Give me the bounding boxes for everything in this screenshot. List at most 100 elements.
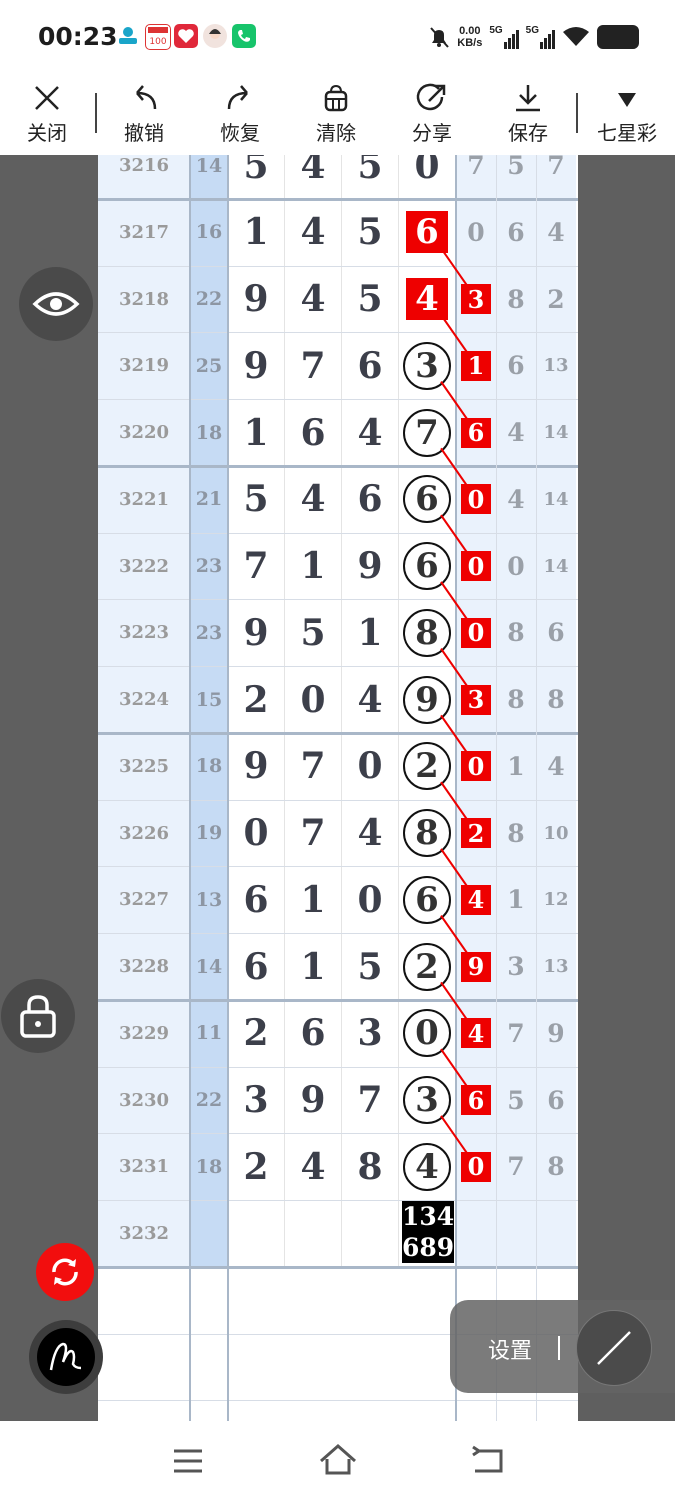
grid-line [98, 1066, 578, 1068]
net-speed-value: 0.00 [459, 25, 481, 37]
digit-cell: 4 [285, 265, 342, 333]
digit-cell: 7 [285, 799, 342, 867]
red-marker: 0 [461, 1151, 491, 1182]
stat-cell: 0 [496, 532, 536, 600]
circled-digit: 4 [403, 1142, 451, 1191]
digit-cell: 7 [285, 332, 342, 400]
red-marker: 0 [461, 751, 491, 782]
sum-value: 23 [190, 599, 228, 667]
home-icon[interactable] [319, 1443, 357, 1475]
digit-cell: 1 [228, 399, 285, 466]
signal-type-2: 5G [525, 25, 539, 36]
red-marker: 6 [461, 1085, 491, 1115]
status-time: 00:23 [38, 22, 118, 51]
stat-cell: 4 [536, 198, 576, 266]
table-row: 3228 14 6 1 5 2 9 3 13 [98, 933, 578, 1000]
status-bar: 00:23 100 0.00 KB/s 5G 5G [0, 0, 675, 75]
sum-value: 21 [190, 465, 228, 533]
digit-cell: 4 [342, 666, 399, 733]
redo-button[interactable]: 恢复 [205, 75, 275, 155]
digit-cell: 9 [228, 732, 285, 800]
digit-cell: 5 [342, 155, 399, 199]
digit-cell: 1 [285, 933, 342, 1000]
circled-digit: 7 [403, 408, 451, 457]
eye-icon [32, 292, 80, 316]
digit-cell: 0 [399, 999, 456, 1067]
grid-line [98, 998, 578, 1002]
column-divider [189, 155, 191, 1421]
digit-cell: 7 [285, 732, 342, 800]
circled-digit: 6 [403, 542, 451, 590]
lottery-type-dropdown[interactable]: 七星彩 [590, 75, 664, 155]
sum-value: 13 [190, 866, 228, 934]
share-label: 分享 [412, 123, 452, 145]
digit-cell: 2 [228, 999, 285, 1067]
close-label: 关闭 [27, 123, 67, 145]
digit-cell: 1 [285, 866, 342, 934]
digit-cell: 4 [285, 465, 342, 533]
save-button[interactable]: 保存 [493, 75, 563, 155]
lottery-trend-chart[interactable]: 134 689 3216 14 5 4 5 0 7 5 7 3217 16 1 4 5 6 0 6 4 3218 22… [98, 155, 578, 1421]
digit-cell: 4 [285, 155, 342, 199]
issue-number: 3228 [98, 933, 190, 1000]
table-row: 3217 16 1 4 5 6 0 6 4 [98, 198, 578, 266]
refresh-button[interactable] [36, 1243, 94, 1301]
table-row: 3218 22 9 4 5 4 3 8 2 [98, 265, 578, 333]
digit-cell: 5 [342, 198, 399, 266]
digit-cell: 5 [342, 933, 399, 1000]
sum-value [190, 1200, 228, 1267]
settings-button[interactable]: 设置 [488, 1333, 532, 1365]
grid-line [98, 197, 578, 201]
digit-cell: 2 [228, 1133, 285, 1201]
digit-cell: 7 [399, 399, 456, 466]
digit-cell: 3 [342, 999, 399, 1067]
system-nav-bar [0, 1421, 675, 1500]
digit-cell: 8 [342, 1133, 399, 1201]
pen-button[interactable] [29, 1320, 103, 1394]
wifi-icon [563, 27, 589, 46]
undo-button[interactable]: 撤销 [109, 75, 179, 155]
share-button[interactable]: 分享 [397, 75, 467, 155]
table-row: 3220 18 1 6 4 7 6 4 14 [98, 399, 578, 466]
stat-cell: 6 [536, 1066, 576, 1134]
line-tool-icon [597, 1331, 631, 1365]
issue-number: 3224 [98, 666, 190, 733]
stat-cell: 14 [536, 532, 576, 600]
red-marker: 1 [461, 350, 491, 381]
save-icon [516, 85, 540, 112]
issue-number: 3222 [98, 532, 190, 600]
digit-cell: 8 [399, 799, 456, 867]
circled-digit: 2 [403, 742, 451, 791]
issue-number: 3217 [98, 198, 190, 266]
column-divider [536, 155, 537, 1421]
circled-digit: 6 [403, 875, 451, 924]
diff-cell: 0 [456, 532, 496, 600]
back-icon[interactable] [471, 1445, 505, 1475]
digit-cell: 4 [399, 1133, 456, 1201]
menu-icon[interactable] [172, 1447, 204, 1475]
net-speed: 0.00 KB/s [457, 25, 482, 49]
line-tool-button[interactable] [576, 1310, 652, 1386]
sum-value: 22 [190, 265, 228, 333]
digit-cell: 5 [285, 599, 342, 667]
clear-label: 清除 [316, 123, 356, 145]
stat-cell: 5 [496, 155, 536, 199]
table-row: 3224 15 2 0 4 9 3 8 8 [98, 666, 578, 733]
digit-cell: 5 [228, 155, 285, 199]
lock-button[interactable] [1, 979, 75, 1053]
close-button[interactable]: 关闭 [12, 75, 82, 155]
circled-digit: 0 [403, 1009, 451, 1058]
issue-number: 3216 [98, 155, 190, 199]
table-row: 3227 13 6 1 0 6 4 1 12 [98, 866, 578, 934]
stat-cell: 8 [496, 799, 536, 867]
stat-cell: 7 [496, 1133, 536, 1201]
stat-cell: 8 [496, 666, 536, 733]
digit-cell: 6 [228, 933, 285, 1000]
diff-cell: 4 [456, 999, 496, 1067]
table-row: 3223 23 9 5 1 8 0 8 6 [98, 599, 578, 667]
diff-cell: 6 [456, 399, 496, 466]
grid-line [98, 866, 578, 868]
visibility-toggle-button[interactable] [19, 267, 93, 341]
issue-number: 3232 [98, 1200, 190, 1267]
clear-button[interactable]: 清除 [301, 75, 371, 155]
